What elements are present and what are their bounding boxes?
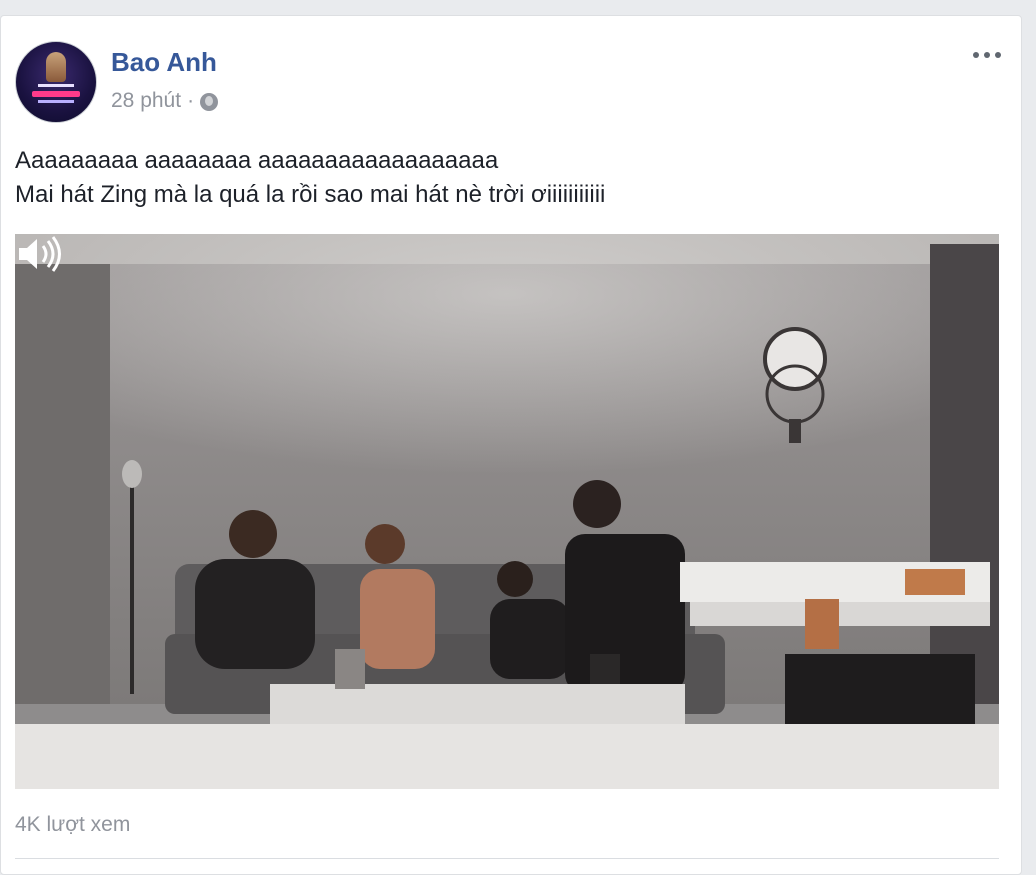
video-frame xyxy=(15,234,999,789)
more-options-icon[interactable] xyxy=(973,48,1001,62)
meta-separator: · xyxy=(187,89,195,112)
post-text: Aaaaaaaaa aaaaaaaa aaaaaaaaaaaaaaaaaa Ma… xyxy=(15,144,605,212)
volume-icon[interactable] xyxy=(15,234,63,274)
divider xyxy=(15,858,999,859)
author-name[interactable]: Bao Anh xyxy=(111,47,217,78)
post-meta: 28 phút · xyxy=(111,89,219,113)
avatar-graphic-line xyxy=(38,84,74,87)
post-time[interactable]: 28 phút xyxy=(111,89,181,113)
avatar-figure xyxy=(46,52,66,82)
globe-icon[interactable] xyxy=(200,93,219,111)
video-player[interactable] xyxy=(15,234,999,789)
avatar-graphic-line xyxy=(38,100,74,103)
avatar-graphic-line xyxy=(32,91,80,97)
view-count[interactable]: 4K lượt xem xyxy=(15,813,130,837)
post-card: Bao Anh 28 phút · Aaaaaaaaa aaaaaaaa aaa… xyxy=(0,15,1022,875)
post-text-line: Aaaaaaaaa aaaaaaaa aaaaaaaaaaaaaaaaaa xyxy=(15,147,499,174)
post-text-line: Mai hát Zing mà la quá la rồi sao mai há… xyxy=(15,181,606,208)
author-avatar[interactable] xyxy=(15,41,97,123)
